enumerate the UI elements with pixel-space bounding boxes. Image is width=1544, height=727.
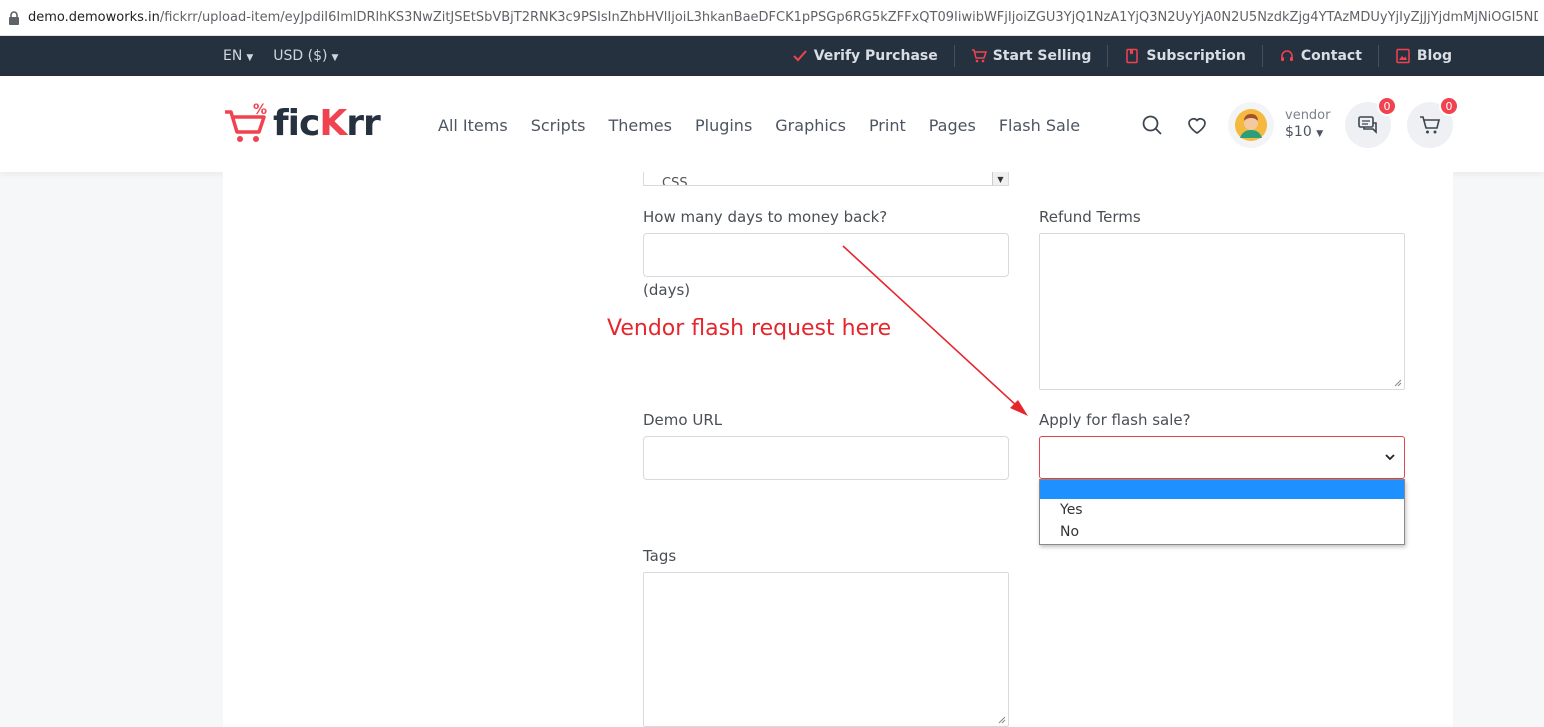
nav-plugins[interactable]: Plugins (695, 116, 752, 135)
messages-button[interactable]: 0 (1345, 96, 1397, 148)
main-header: % ficKrr All Items Scripts Themes Plugin… (0, 76, 1544, 172)
chat-icon (1358, 116, 1377, 134)
caret-down-icon: ▼ (331, 53, 339, 63)
flash-sale-option-blank[interactable] (1040, 480, 1404, 499)
top-bar: EN ▼ USD ($) ▼ Verify Purchase Start Selli… (0, 36, 1544, 76)
caret-down-icon: ▼ (992, 172, 1008, 185)
site-logo[interactable]: % ficKrr (223, 98, 381, 148)
resize-handle-icon[interactable] (1392, 377, 1402, 387)
verify-purchase-link[interactable]: Verify Purchase (776, 45, 955, 67)
blog-link[interactable]: Blog (1379, 45, 1452, 67)
chevron-down-icon (1385, 454, 1395, 461)
nav-graphics[interactable]: Graphics (775, 116, 846, 135)
cart-logo-icon: % (225, 102, 267, 142)
tags-textarea[interactable] (643, 572, 1009, 727)
header-icons (1138, 102, 1211, 148)
flash-sale-dropdown: Yes No (1039, 479, 1405, 545)
demo-url-label: Demo URL (643, 411, 723, 429)
money-back-unit: (days) (643, 281, 691, 299)
language-selector[interactable]: EN ▼ (223, 48, 253, 64)
book-icon (1126, 48, 1139, 64)
refund-terms-label: Refund Terms (1039, 208, 1141, 226)
annotation-text: Vendor flash request here (607, 316, 892, 341)
demo-url-input[interactable] (643, 436, 1009, 480)
nav-themes[interactable]: Themes (608, 116, 672, 135)
category-select[interactable]: CSS ▼ (643, 172, 1009, 186)
flash-sale-option-no[interactable]: No (1040, 521, 1404, 543)
nav-print[interactable]: Print (869, 116, 906, 135)
image-icon (1396, 48, 1410, 64)
cart-icon (1420, 116, 1441, 134)
flash-sale-label: Apply for flash sale? (1039, 411, 1191, 429)
headset-icon (1280, 50, 1293, 61)
nav-pages[interactable]: Pages (929, 116, 976, 135)
cart-icon (971, 49, 987, 63)
search-icon[interactable] (1138, 111, 1166, 139)
cart-badge: 0 (1439, 96, 1459, 116)
caret-down-icon: ▼ (246, 53, 254, 63)
contact-link[interactable]: Contact (1263, 45, 1379, 67)
nav-all-items[interactable]: All Items (438, 116, 508, 135)
avatar[interactable] (1228, 102, 1274, 148)
logo-text: ficKrr (273, 102, 381, 144)
vendor-name: vendor (1285, 108, 1331, 123)
browser-address-bar[interactable]: demo.demoworks.in/fickrr/upload-item/eyJ… (0, 0, 1544, 36)
flash-sale-option-yes[interactable]: Yes (1040, 499, 1404, 521)
currency-selector[interactable]: USD ($) ▼ (273, 48, 338, 64)
main-nav: All Items Scripts Themes Plugins Graphic… (438, 116, 1103, 135)
start-selling-link[interactable]: Start Selling (955, 45, 1109, 67)
messages-badge: 0 (1377, 96, 1397, 116)
user-avatar-icon (1235, 109, 1267, 141)
subscription-link[interactable]: Subscription (1108, 45, 1263, 67)
lock-icon (9, 10, 19, 25)
caret-down-icon: ▼ (1316, 129, 1324, 139)
cart-button[interactable]: 0 (1407, 96, 1459, 148)
heart-icon[interactable] (1183, 111, 1211, 139)
check-icon (792, 50, 807, 62)
nav-scripts[interactable]: Scripts (531, 116, 586, 135)
vendor-account-menu[interactable]: vendor $10 ▼ (1285, 107, 1330, 143)
tags-label: Tags (643, 547, 677, 565)
upload-form-card: CSS ▼ How many days to money back? (days… (223, 172, 1453, 727)
svg-text:%: % (253, 102, 267, 118)
nav-flash-sale[interactable]: Flash Sale (999, 116, 1080, 135)
url-text: demo.demoworks.in/fickrr/upload-item/eyJ… (28, 10, 1538, 25)
money-back-days-input[interactable] (643, 233, 1009, 277)
resize-handle-icon[interactable] (996, 714, 1006, 724)
refund-terms-textarea[interactable] (1039, 233, 1405, 390)
flash-sale-select[interactable] (1039, 436, 1405, 479)
money-back-label: How many days to money back? (643, 208, 888, 226)
vendor-balance: $10 (1285, 124, 1312, 140)
